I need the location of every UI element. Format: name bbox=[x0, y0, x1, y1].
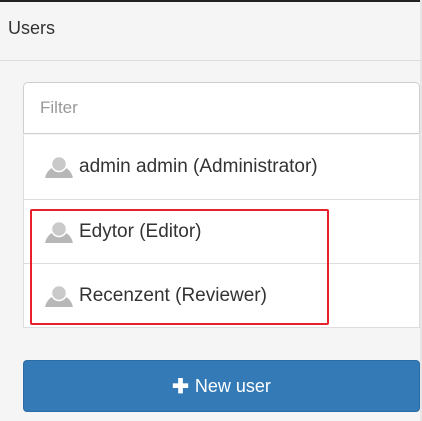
user-label: Recenzent (Reviewer) bbox=[79, 284, 267, 306]
new-user-button[interactable]: ✚ New user bbox=[23, 360, 420, 412]
user-list-item-admin[interactable]: admin admin (Administrator) bbox=[23, 135, 420, 200]
users-panel: Users admin admin (Administrator) Edytor… bbox=[0, 0, 422, 421]
user-list-item-edytor[interactable]: Edytor (Editor) bbox=[23, 200, 420, 264]
panel-title: Users bbox=[8, 18, 56, 38]
top-border bbox=[0, 0, 422, 2]
filter-input[interactable] bbox=[23, 82, 420, 134]
plus-icon: ✚ bbox=[172, 375, 189, 398]
user-avatar-icon bbox=[44, 156, 74, 178]
user-list-item-recenzent[interactable]: Recenzent (Reviewer) bbox=[23, 264, 420, 328]
user-avatar-icon bbox=[44, 220, 74, 243]
new-user-label: New user bbox=[194, 375, 271, 396]
user-avatar-icon bbox=[44, 284, 74, 307]
user-label: Edytor (Editor) bbox=[79, 220, 202, 242]
user-list: admin admin (Administrator) Edytor (Edit… bbox=[23, 135, 420, 328]
user-label: admin admin (Administrator) bbox=[79, 156, 318, 177]
header-divider bbox=[0, 60, 420, 61]
